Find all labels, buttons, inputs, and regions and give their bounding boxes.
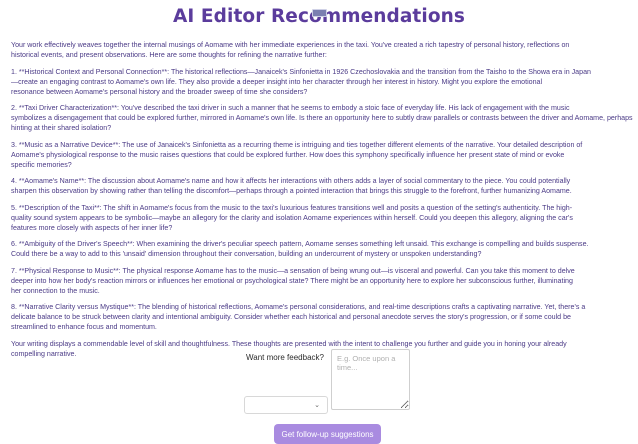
recommendation-item-6: 6. **Ambiguity of the Driver's Speech**:… <box>11 239 638 259</box>
feedback-label: Want more feedback? <box>246 353 324 362</box>
intro-line: Your work effectively weaves together th… <box>11 41 570 49</box>
recommendation-item-7: 7. **Physical Response to Music**: The p… <box>11 266 638 296</box>
recommendation-line: features more closely with aspects of he… <box>11 223 173 232</box>
recommendation-item-8: 8. **Narrative Clarity versus Mystique**… <box>11 302 638 332</box>
recommendations-content: Your work effectively weaves together th… <box>11 40 638 365</box>
recommendation-line: 2. **Taxi Driver Characterization**: You… <box>11 104 570 112</box>
recommendation-line: —create an engaging contrast to Aomame's… <box>11 77 543 86</box>
recommendation-item-5: 5. **Description of the Taxi**: The shif… <box>11 203 638 233</box>
feedback-type-select[interactable]: ⌄ <box>244 396 328 414</box>
recommendation-line: 1. **Historical Context and Personal Con… <box>11 67 591 76</box>
recommendation-item-3: 3. **Music as a Narrative Device**: The … <box>11 140 638 170</box>
recommendation-line: 3. **Music as a Narrative Device**: The … <box>11 140 583 149</box>
get-follow-up-suggestions-button[interactable]: Get follow-up suggestions <box>274 424 381 444</box>
recommendation-line: sharpen this observation by showing rath… <box>11 187 572 195</box>
feedback-input[interactable] <box>331 349 410 410</box>
recommendation-line: 7. **Physical Response to Music**: The p… <box>11 266 575 275</box>
recommendation-line: 4. **Aomame's Name**: The discussion abo… <box>11 177 571 185</box>
recommendation-line: specific memories? <box>11 160 72 169</box>
closing-paragraph: Your writing displays a commendable leve… <box>11 339 638 359</box>
recommendation-line: Could there be a way to add to this 'uns… <box>11 250 482 258</box>
closing-line: compelling narrative. <box>11 349 77 358</box>
recommendation-line: 8. **Narrative Clarity versus Mystique**… <box>11 303 586 311</box>
recommendation-line: deeper into how her body's reaction mirr… <box>11 276 573 285</box>
recommendation-line: streamlined to enhance focus and momentu… <box>11 323 157 331</box>
recommendation-line: delicate balance to be struck between cl… <box>11 313 571 321</box>
recommendation-line: Aomame's physiological response to the m… <box>11 150 565 159</box>
closing-line: Your writing displays a commendable leve… <box>11 339 567 348</box>
recommendation-line: her connection to the music. <box>11 286 100 295</box>
recommendation-line: 6. **Ambiguity of the Driver's Speech**:… <box>11 240 589 248</box>
recommendation-item-1: 1. **Historical Context and Personal Con… <box>11 67 638 97</box>
chevron-down-icon: ⌄ <box>314 402 320 409</box>
recommendation-line: symbolizes a disengagement that could be… <box>11 114 633 122</box>
recommendation-item-4: 4. **Aomame's Name**: The discussion abo… <box>11 176 638 196</box>
recommendation-line: hinting at their shared isolation? <box>11 124 112 132</box>
recommendation-line: quality sound system appears to be symbo… <box>11 213 573 222</box>
recommendation-line: resonance between Aomame's personal hist… <box>11 87 308 96</box>
intro-paragraph: Your work effectively weaves together th… <box>11 40 638 60</box>
intro-line: historical events, and present observati… <box>11 51 327 59</box>
recommendation-item-2: 2. **Taxi Driver Characterization**: You… <box>11 103 638 133</box>
recommendation-line: 5. **Description of the Taxi**: The shif… <box>11 203 573 212</box>
resize-handle-icon[interactable] <box>312 9 327 17</box>
